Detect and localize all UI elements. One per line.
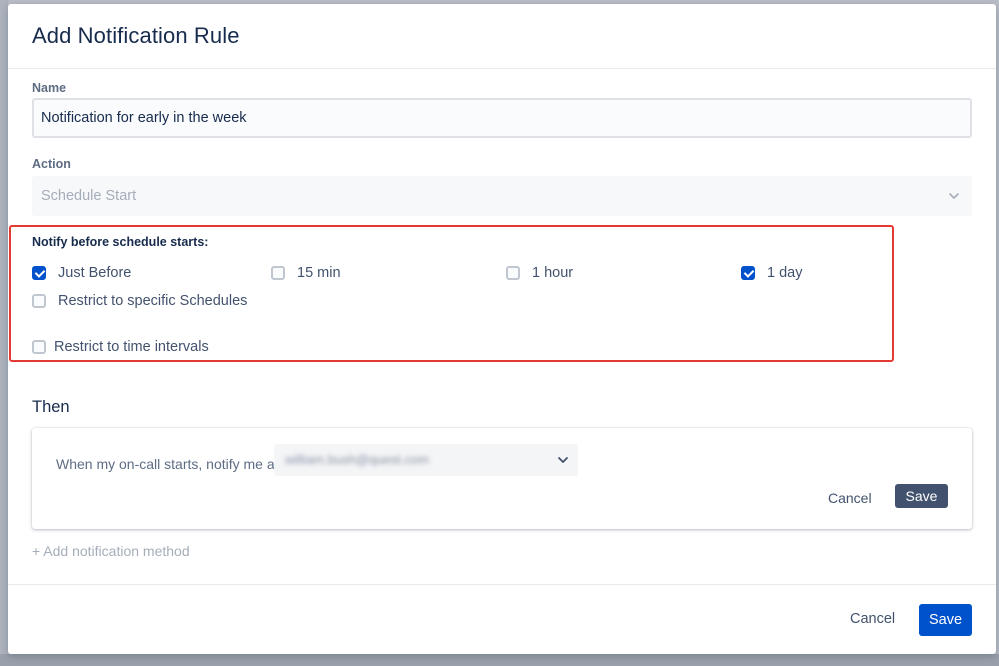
email-value: william.bush@quest.com (285, 452, 429, 467)
option-just-before[interactable]: Just Before (32, 264, 131, 282)
option-restrict-schedules[interactable]: Restrict to specific Schedules (32, 292, 247, 310)
notification-method-card: When my on-call starts, notify me at wil… (32, 428, 972, 529)
dialog-footer: Cancel Save (8, 584, 996, 655)
card-save-button[interactable]: Save (895, 484, 948, 508)
card-cancel-button[interactable]: Cancel (820, 486, 880, 510)
checkbox[interactable] (271, 266, 285, 280)
checkbox[interactable] (506, 266, 520, 280)
dialog-header: Add Notification Rule (8, 4, 996, 69)
option-label: Restrict to time intervals (54, 339, 209, 355)
email-select[interactable]: william.bush@quest.com (274, 444, 578, 476)
option-label: 1 hour (532, 265, 574, 281)
checkbox-checked[interactable] (741, 266, 755, 280)
option-restrict-time-intervals[interactable]: Restrict to time intervals (32, 338, 209, 356)
option-15-min[interactable]: 15 min (271, 264, 341, 282)
cancel-button[interactable]: Cancel (850, 611, 895, 627)
name-input[interactable] (32, 98, 972, 138)
then-title: Then (32, 398, 70, 416)
option-label: 15 min (297, 265, 341, 281)
option-label: Just Before (58, 265, 132, 281)
add-notification-rule-dialog: Add Notification Rule Name Action Schedu… (8, 4, 996, 654)
action-select-value: Schedule Start (41, 188, 137, 204)
action-label: Action (32, 157, 71, 171)
chevron-down-icon (949, 193, 959, 199)
option-label: 1 day (767, 265, 803, 281)
checkbox[interactable] (32, 340, 46, 354)
dialog-title: Add Notification Rule (32, 23, 240, 48)
option-1-hour[interactable]: 1 hour (506, 264, 573, 282)
notify-before-label: Notify before schedule starts: (32, 235, 209, 249)
checkbox[interactable] (32, 294, 46, 308)
checkbox-checked[interactable] (32, 266, 46, 280)
add-notification-method-link[interactable]: + Add notification method (32, 543, 190, 559)
option-1-day[interactable]: 1 day (741, 264, 802, 282)
option-label: Restrict to specific Schedules (58, 293, 248, 309)
chevron-down-icon (558, 457, 568, 463)
backdrop-bottom (0, 654, 999, 666)
action-select[interactable]: Schedule Start (32, 176, 972, 216)
save-button[interactable]: Save (919, 604, 972, 636)
notify-text: When my on-call starts, notify me at (56, 456, 279, 472)
backdrop (0, 0, 8, 666)
name-label: Name (32, 81, 67, 95)
